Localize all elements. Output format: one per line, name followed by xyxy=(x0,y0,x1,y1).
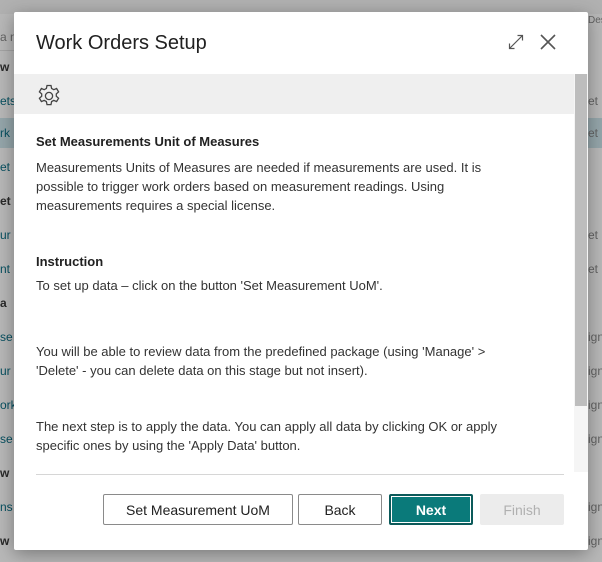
body-text: measurements requires a special license. xyxy=(36,198,276,213)
body-text: The next step is to apply the data. You … xyxy=(36,419,498,434)
dialog-title: Work Orders Setup xyxy=(36,32,207,54)
gear-icon xyxy=(36,83,62,109)
back-button[interactable]: Back xyxy=(298,494,382,525)
section-heading: Instruction xyxy=(36,254,104,269)
scrollbar-thumb[interactable] xyxy=(575,74,587,406)
next-button[interactable]: Next xyxy=(389,494,473,525)
body-text: To set up data – click on the button 'Se… xyxy=(36,278,383,293)
body-text: You will be able to review data from the… xyxy=(36,344,486,359)
section-heading: Set Measurements Unit of Measures xyxy=(36,134,260,149)
body-text: specific ones by using the 'Apply Data' … xyxy=(36,438,301,453)
body-text: 'Delete' - you can delete data on this s… xyxy=(36,363,368,378)
close-icon[interactable] xyxy=(538,32,558,52)
work-orders-setup-dialog: Work Orders Setup Set Measurements Unit … xyxy=(14,12,588,550)
body-text: possible to trigger work orders based on… xyxy=(36,179,445,194)
expand-icon[interactable] xyxy=(508,34,524,50)
step-banner xyxy=(14,74,574,114)
set-measurement-uom-button[interactable]: Set Measurement UoM xyxy=(103,494,293,525)
body-text: Measurements Units of Measures are neede… xyxy=(36,160,482,175)
footer-divider xyxy=(36,474,564,475)
finish-button: Finish xyxy=(480,494,564,525)
